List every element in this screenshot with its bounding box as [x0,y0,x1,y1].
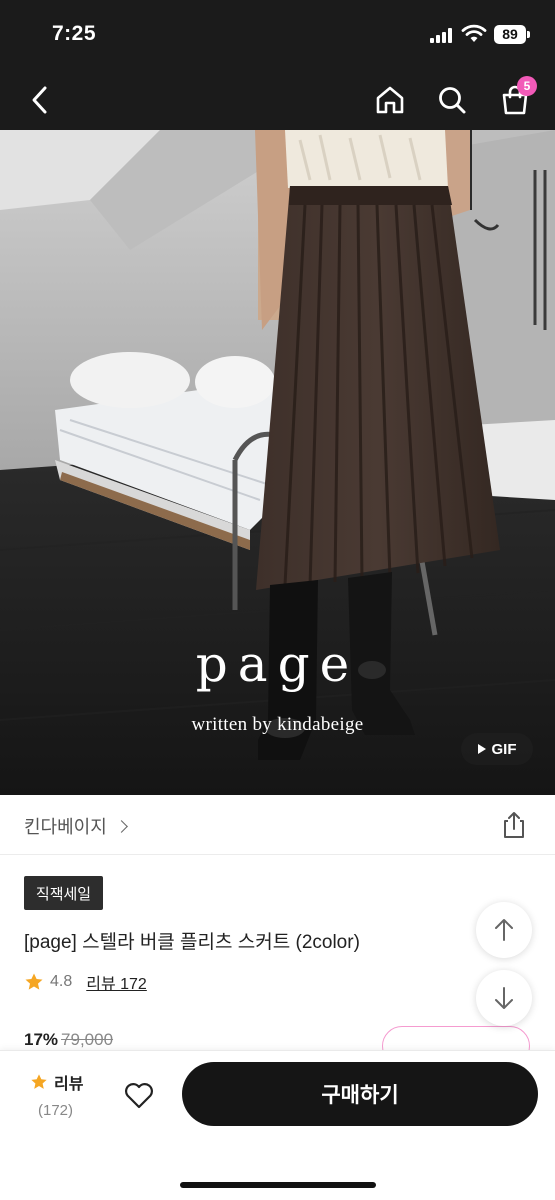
wifi-icon [461,24,487,42]
home-indicator [180,1182,376,1188]
home-button[interactable] [370,80,410,120]
brand-logo-text: page [195,635,360,693]
star-icon [31,1074,47,1089]
battery-icon: 89 [494,25,526,44]
back-button[interactable] [20,80,60,120]
play-icon [477,744,486,754]
brand-link[interactable]: 킨다베이지 [24,813,128,839]
status-bar: 7:25 89 [0,0,555,70]
arrow-up-icon [495,919,513,941]
brand-name: 킨다베이지 [24,817,107,837]
arrow-down-icon [495,987,513,1009]
price-row: 17% 79,000 [24,1030,113,1050]
brand-row: 킨다베이지 [0,795,555,855]
buy-button[interactable]: 구매하기 [182,1062,538,1126]
top-nav-bar [0,70,555,130]
rating-row: 4.8 리뷰 172 [24,970,147,994]
wishlist-button[interactable] [122,1078,156,1112]
review-count: (172) [38,1102,74,1119]
chevron-right-icon [114,819,128,833]
search-icon [439,87,466,114]
gif-play-button[interactable]: GIF [461,733,533,765]
product-image[interactable]: page written by kindabeige GIF [0,130,555,795]
status-time: 7:25 [52,22,97,45]
review-label: 리뷰 [54,1076,84,1093]
share-button[interactable] [499,810,529,840]
original-price: 79,000 [61,1030,114,1049]
sale-tag: 직잭세일 [24,876,103,910]
scroll-top-button[interactable] [476,902,532,958]
share-icon [504,812,524,838]
product-photo [0,130,555,795]
star-icon [25,973,43,990]
chevron-left-icon [32,86,47,114]
rating-score: 4.8 [50,973,73,990]
signal-icon [430,27,456,43]
discount-rate: 17% [24,1030,59,1049]
heart-icon [125,1083,153,1109]
scroll-bottom-button[interactable] [476,970,532,1026]
product-title: [page] 스텔라 버클 플리츠 스커트 (2color) [24,932,360,953]
search-button[interactable] [432,80,472,120]
cart-count-badge: 5 [517,76,537,96]
gif-label: GIF [491,740,517,758]
battery-tip [527,31,530,38]
home-icon [376,86,404,114]
review-summary-button[interactable]: 리뷰 (172) [30,1070,83,1119]
review-link[interactable]: 리뷰 172 [86,970,147,994]
